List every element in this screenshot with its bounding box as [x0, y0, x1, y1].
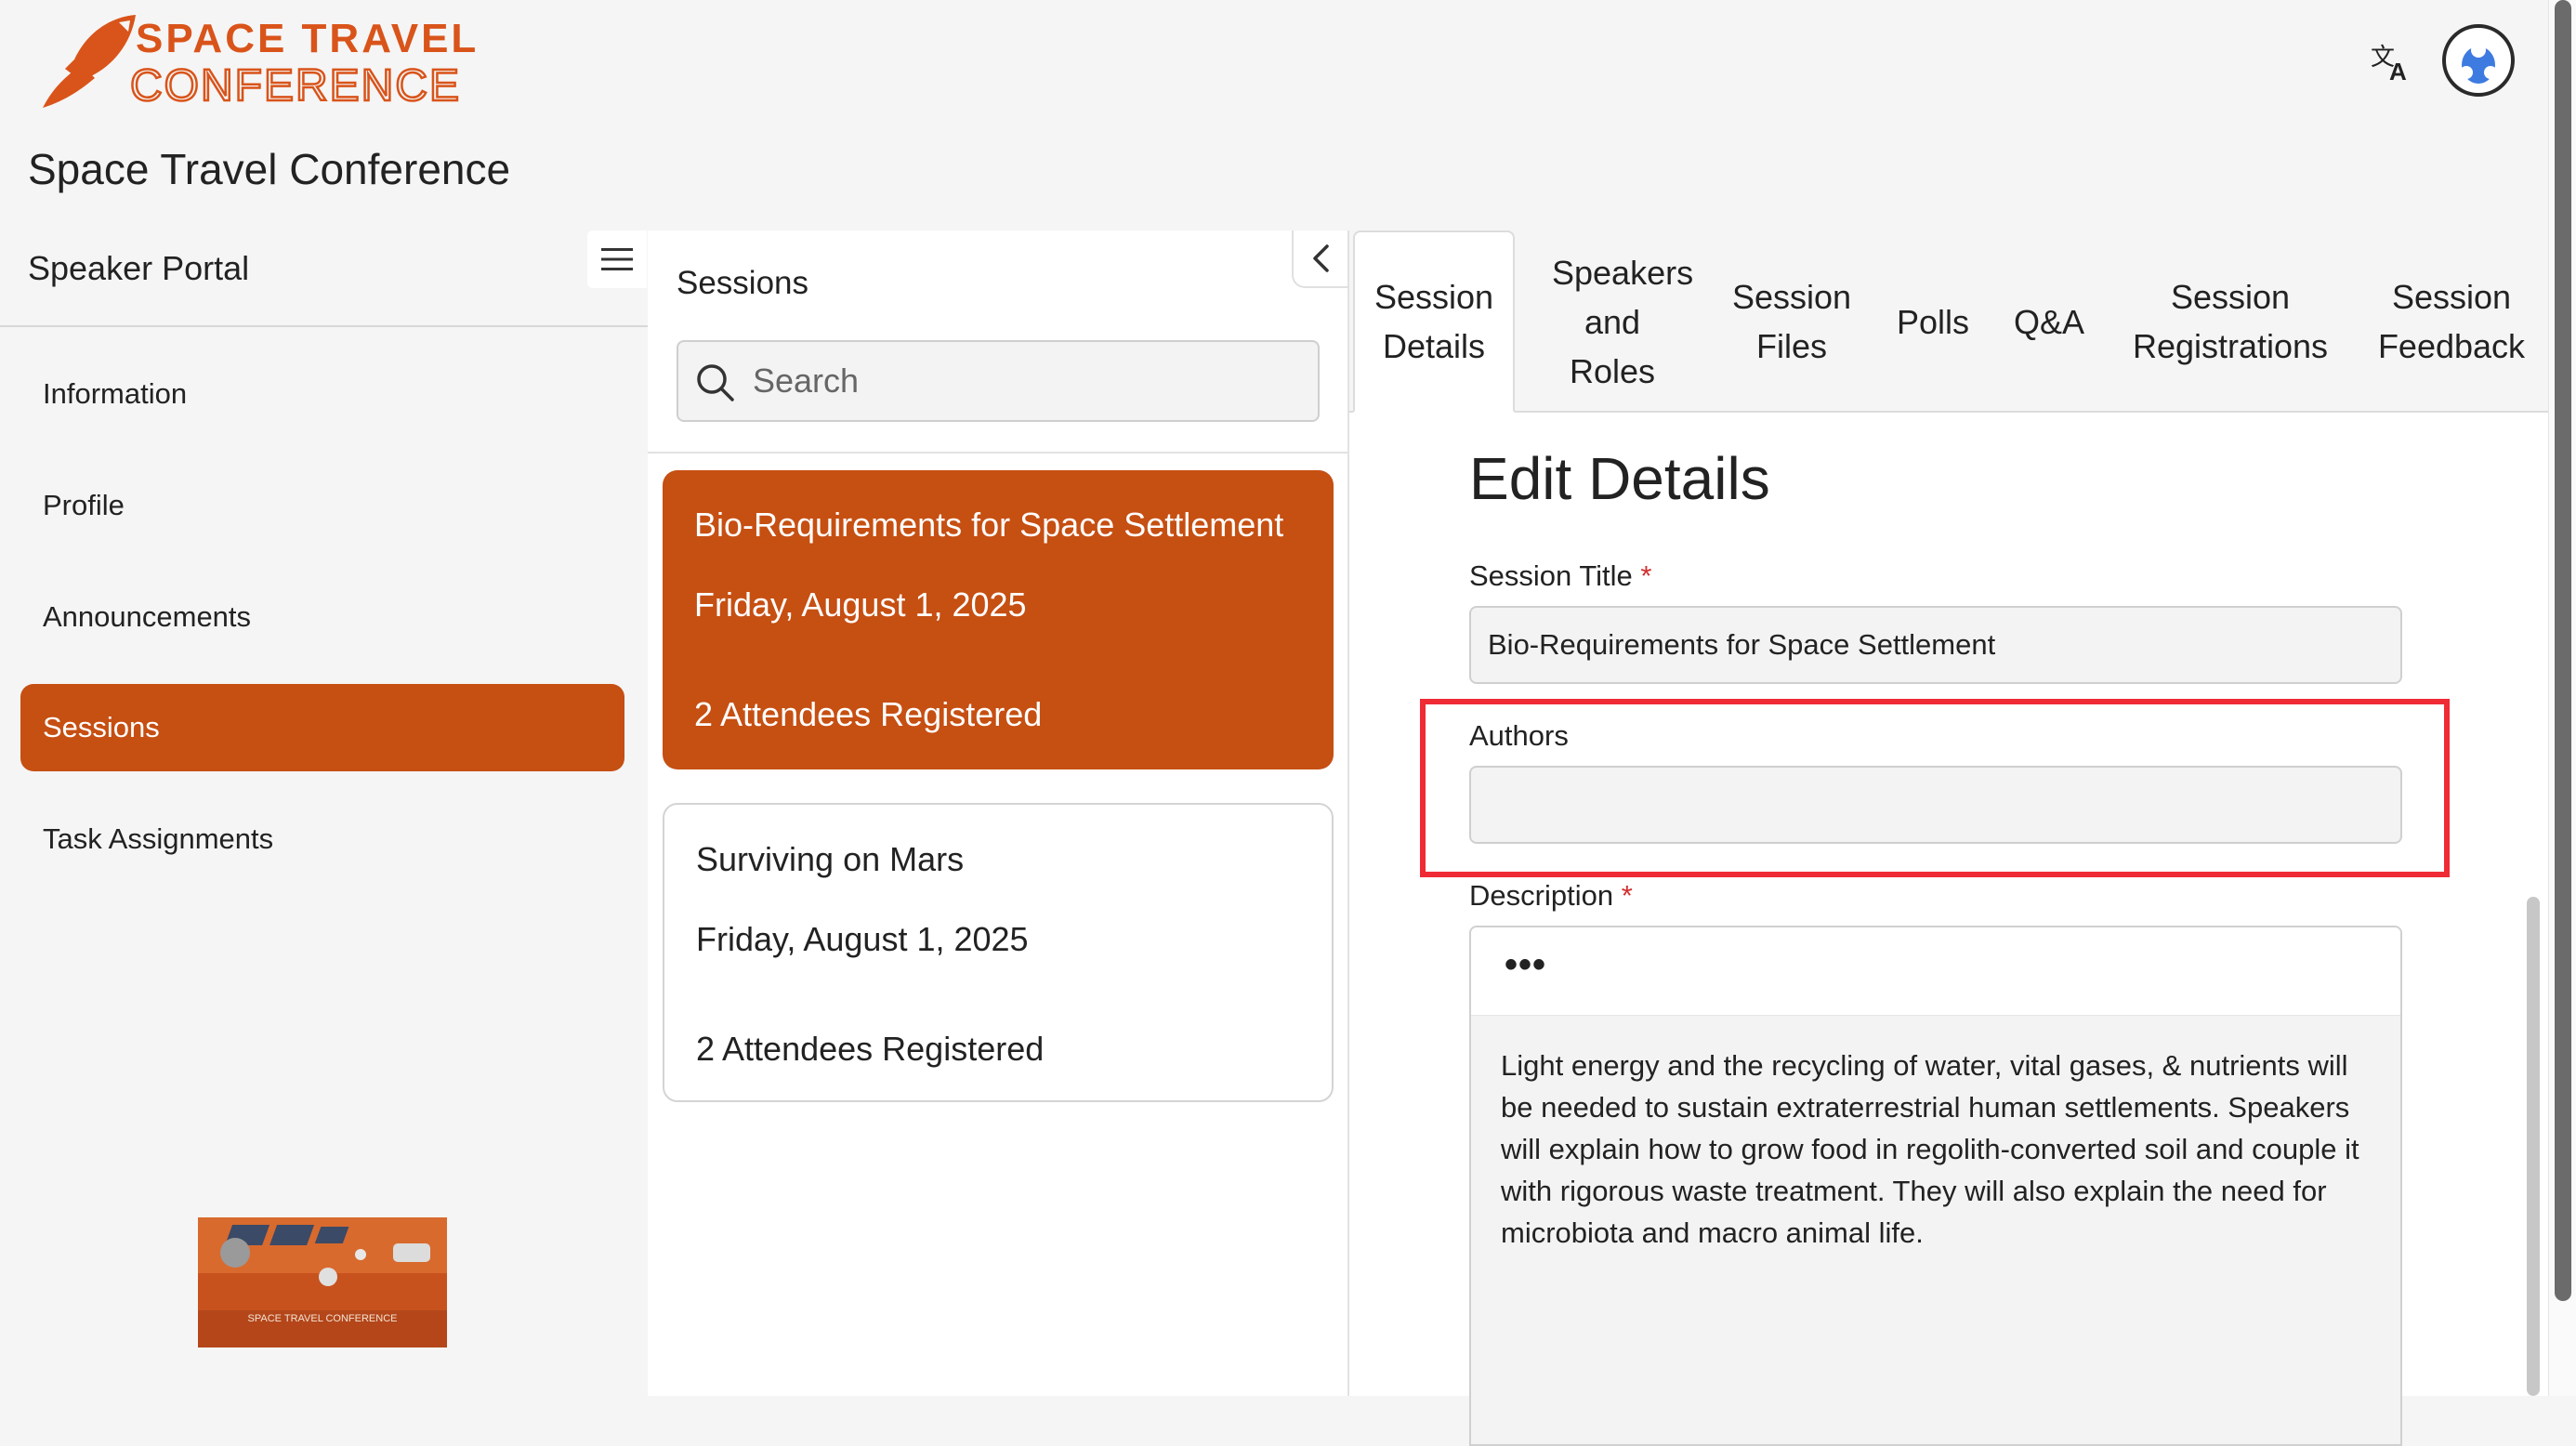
detail-scrollbar-thumb[interactable]	[2527, 897, 2540, 1396]
tab-session-files[interactable]: Session Files	[1714, 230, 1870, 413]
session-title-input[interactable]	[1469, 606, 2402, 684]
session-card-title: Bio-Requirements for Space Settlement	[694, 506, 1284, 544]
sidebar-item-sessions[interactable]: Sessions	[20, 684, 624, 771]
search-input[interactable]	[751, 361, 1294, 401]
logo-text-line1: SPACE TRAVEL	[136, 16, 479, 61]
sessions-title: Sessions	[677, 265, 809, 301]
user-avatar-icon	[2448, 30, 2509, 91]
page-scrollbar-thumb[interactable]	[2555, 0, 2571, 1301]
sidebar-item-label: Task Assignments	[43, 822, 274, 855]
tab-qa[interactable]: Q&A	[1998, 230, 2100, 413]
app-title: Space Travel Conference	[28, 145, 511, 193]
sidebar-item-label: Information	[43, 377, 188, 410]
svg-text:A: A	[2389, 58, 2407, 82]
tab-label: Speakers and Roles	[1552, 253, 1694, 390]
hamburger-menu-icon	[601, 248, 633, 270]
session-card-attendees: 2 Attendees Registered	[694, 695, 1043, 733]
required-indicator: *	[1621, 879, 1633, 912]
required-indicator: *	[1640, 559, 1652, 592]
translate-button[interactable]: 文 A	[2366, 35, 2418, 87]
sidebar-item-label: Announcements	[43, 600, 252, 633]
tab-session-details[interactable]: Session Details	[1353, 230, 1515, 413]
tab-label: Session Feedback	[2377, 278, 2526, 365]
tab-session-registrations[interactable]: Session Registrations	[2119, 230, 2342, 413]
session-card-surviving-mars[interactable]: Surviving on Mars Friday, August 1, 2025…	[663, 803, 1334, 1102]
tab-label: Session Registrations	[2132, 278, 2329, 365]
logo-text-line2: CONFERENCE	[130, 61, 461, 108]
sidebar-item-label: Sessions	[43, 711, 160, 743]
tab-label: Q&A	[2013, 302, 2085, 341]
more-options-icon[interactable]: •••	[1505, 944, 1546, 986]
sidebar-item-announcements[interactable]: Announcements	[20, 573, 624, 661]
translate-icon: 文 A	[2371, 44, 2407, 82]
tab-session-feedback[interactable]: Session Feedback	[2360, 230, 2543, 413]
sidebar-item-information[interactable]: Information	[20, 350, 624, 438]
user-avatar-button[interactable]	[2442, 24, 2515, 97]
tab-speakers-and-roles[interactable]: Speakers and Roles	[1524, 230, 1701, 413]
collapse-panel-button[interactable]	[1292, 230, 1349, 288]
description-editor[interactable]: ••• Light energy and the recycling of wa…	[1469, 926, 2402, 1446]
sidebar-item-task-assignments[interactable]: Task Assignments	[20, 795, 624, 883]
sidebar-title: Speaker Portal	[28, 249, 250, 287]
rocket-logo-icon: SPACE TRAVEL CONFERENCE	[43, 15, 479, 112]
tab-label: Polls	[1896, 302, 1970, 341]
session-card-attendees: 2 Attendees Registered	[696, 1030, 1045, 1068]
chevron-left-icon	[1313, 244, 1329, 272]
tab-label: Session Details	[1373, 278, 1494, 365]
edit-details-heading: Edit Details	[1469, 445, 1770, 512]
session-card-date: Friday, August 1, 2025	[694, 585, 1027, 624]
session-title-label: Session Title *	[1469, 559, 1652, 592]
conference-banner-image: SPACE TRAVEL CONFERENCE	[198, 1217, 447, 1347]
description-label: Description *	[1469, 879, 1633, 912]
menu-toggle-button[interactable]	[587, 230, 647, 288]
session-card-title: Surviving on Mars	[696, 840, 965, 878]
sidebar-item-profile[interactable]: Profile	[20, 462, 624, 549]
session-card-date: Friday, August 1, 2025	[696, 920, 1029, 958]
tab-label: Session Files	[1731, 278, 1852, 365]
authors-input[interactable]	[1469, 766, 2402, 844]
banner-caption: SPACE TRAVEL CONFERENCE	[248, 1313, 398, 1324]
tab-polls[interactable]: Polls	[1886, 230, 1979, 413]
description-text[interactable]: Light energy and the recycling of water,…	[1501, 1045, 2384, 1254]
search-box	[677, 340, 1320, 422]
authors-label: Authors	[1469, 719, 1569, 752]
conference-logo[interactable]: SPACE TRAVEL CONFERENCE	[26, 11, 546, 112]
sidebar-item-label: Profile	[43, 489, 125, 521]
session-card-bio-requirements[interactable]: Bio-Requirements for Space Settlement Fr…	[663, 470, 1334, 769]
search-icon	[697, 364, 734, 401]
list-divider	[648, 452, 1349, 454]
editor-toolbar: •••	[1471, 927, 2400, 1016]
sidebar-divider	[0, 325, 648, 327]
